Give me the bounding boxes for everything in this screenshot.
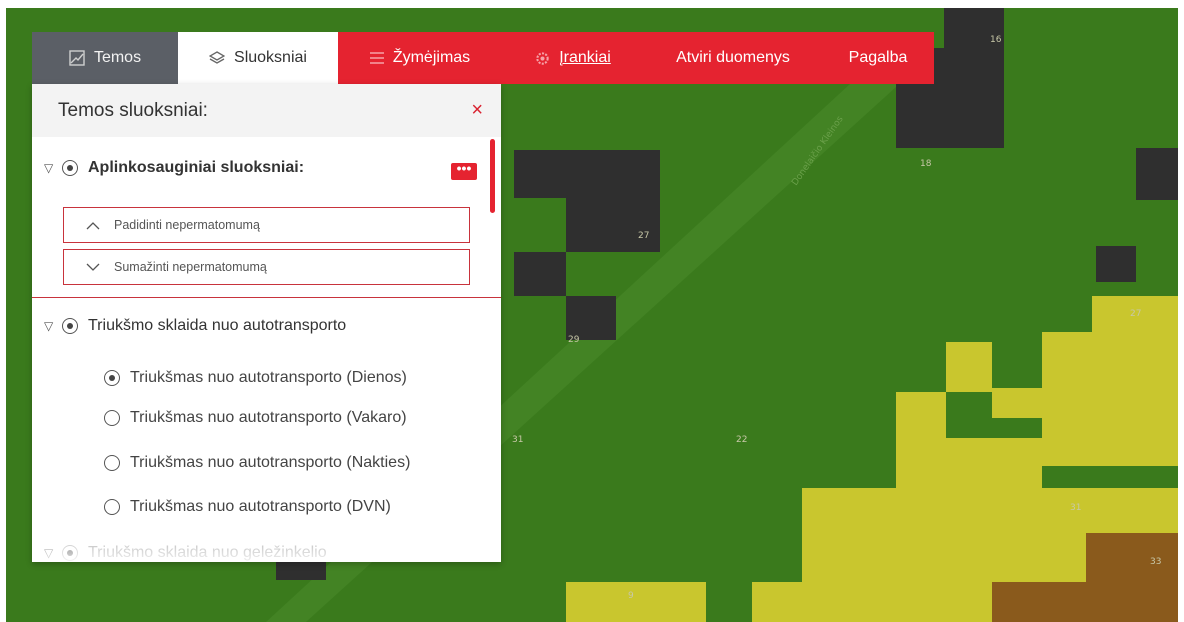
layer-label: Triukšmas nuo autotransporto (DVN) (130, 498, 391, 515)
tab-temos-label: Temos (93, 49, 142, 66)
top-navigation: Temos Sluoksniai Žymėjimas Įrankiai Atvi… (32, 32, 934, 84)
chevron-up-icon (86, 221, 100, 230)
tab-atviri-duomenys[interactable]: Atviri duomenys (644, 32, 822, 84)
group-label: Triukšmo sklaida nuo geležinkelio (88, 544, 327, 561)
tab-irankiai[interactable]: Įrankiai (502, 32, 644, 84)
layer-label: Triukšmas nuo autotransporto (Vakaro) (130, 409, 407, 426)
panel-header: Temos sluoksniai: × (32, 84, 501, 137)
collapse-triangle-icon[interactable]: ▽ (44, 161, 62, 175)
svg-text:31: 31 (1070, 503, 1081, 513)
layer-radio[interactable] (104, 499, 120, 515)
layer-radio[interactable] (104, 410, 120, 426)
increase-opacity-button[interactable]: Padidinti nepermatomumą (63, 207, 470, 243)
svg-text:16: 16 (990, 35, 1002, 45)
tab-pagalba[interactable]: Pagalba (822, 32, 934, 84)
panel-body[interactable]: ▽ Aplinkosauginiai sluoksniai: ••• Padid… (32, 137, 501, 562)
more-options-button[interactable]: ••• (451, 161, 477, 180)
svg-text:27: 27 (638, 231, 649, 241)
group-triuksmas-gelezinkelis[interactable]: ▽ Triukšmo sklaida nuo geležinkelio (44, 544, 327, 562)
group-radio[interactable] (62, 545, 78, 561)
svg-text:27: 27 (1130, 309, 1141, 319)
tab-zymejimas[interactable]: Žymėjimas (338, 32, 502, 84)
collapse-triangle-icon[interactable]: ▽ (44, 546, 62, 560)
group-radio[interactable] (62, 160, 78, 176)
decrease-opacity-label: Sumažinti nepermatomumą (114, 260, 267, 274)
collapse-triangle-icon[interactable]: ▽ (44, 319, 62, 333)
svg-text:9: 9 (628, 591, 634, 601)
group-triuksmas-autotransportas[interactable]: ▽ Triukšmo sklaida nuo autotransporto (44, 317, 346, 335)
svg-text:31: 31 (512, 435, 523, 445)
group-label: Aplinkosauginiai sluoksniai: (88, 159, 305, 176)
layers-icon (209, 50, 226, 66)
app-window: 16 18 27 29 22 31 27 31 33 9 Donelaičio … (6, 8, 1178, 622)
layer-option-dienos[interactable]: Triukšmas nuo autotransporto (Dienos) (104, 369, 407, 387)
tab-pagalba-label: Pagalba (848, 49, 908, 66)
svg-text:22: 22 (736, 435, 747, 445)
scrollbar[interactable] (490, 139, 495, 213)
tab-temos[interactable]: Temos (32, 32, 178, 84)
close-icon[interactable]: × (471, 99, 483, 122)
layer-option-dvn[interactable]: Triukšmas nuo autotransporto (DVN) (104, 498, 391, 516)
layer-radio[interactable] (104, 370, 120, 386)
map-icon (69, 50, 85, 66)
decrease-opacity-button[interactable]: Sumažinti nepermatomumą (63, 249, 470, 285)
group-radio[interactable] (62, 318, 78, 334)
list-icon (369, 52, 384, 64)
svg-text:18: 18 (920, 159, 932, 169)
group-aplinkosauginiai[interactable]: ▽ Aplinkosauginiai sluoksniai: (44, 159, 304, 177)
layers-panel: Temos sluoksniai: × ▽ Aplinkosauginiai s… (32, 84, 501, 562)
layer-label: Triukšmas nuo autotransporto (Nakties) (130, 454, 411, 471)
layer-radio[interactable] (104, 455, 120, 471)
chevron-down-icon (86, 263, 100, 272)
tab-zymejimas-label: Žymėjimas (392, 49, 471, 66)
svg-text:29: 29 (568, 335, 580, 345)
gear-icon (535, 51, 550, 66)
increase-opacity-label: Padidinti nepermatomumą (114, 218, 260, 232)
divider (32, 297, 501, 298)
layer-label: Triukšmas nuo autotransporto (Dienos) (130, 369, 407, 386)
svg-text:33: 33 (1150, 557, 1161, 567)
tab-sluoksniai-label: Sluoksniai (234, 49, 307, 66)
tab-sluoksniai[interactable]: Sluoksniai (178, 32, 338, 84)
tab-atviri-duomenys-label: Atviri duomenys (676, 49, 790, 66)
panel-title: Temos sluoksniai: (58, 99, 208, 121)
layer-option-nakties[interactable]: Triukšmas nuo autotransporto (Nakties) (104, 454, 410, 472)
group-label: Triukšmo sklaida nuo autotransporto (88, 317, 347, 334)
layer-option-vakaro[interactable]: Triukšmas nuo autotransporto (Vakaro) (104, 409, 407, 427)
tab-irankiai-label: Įrankiai (559, 49, 611, 66)
